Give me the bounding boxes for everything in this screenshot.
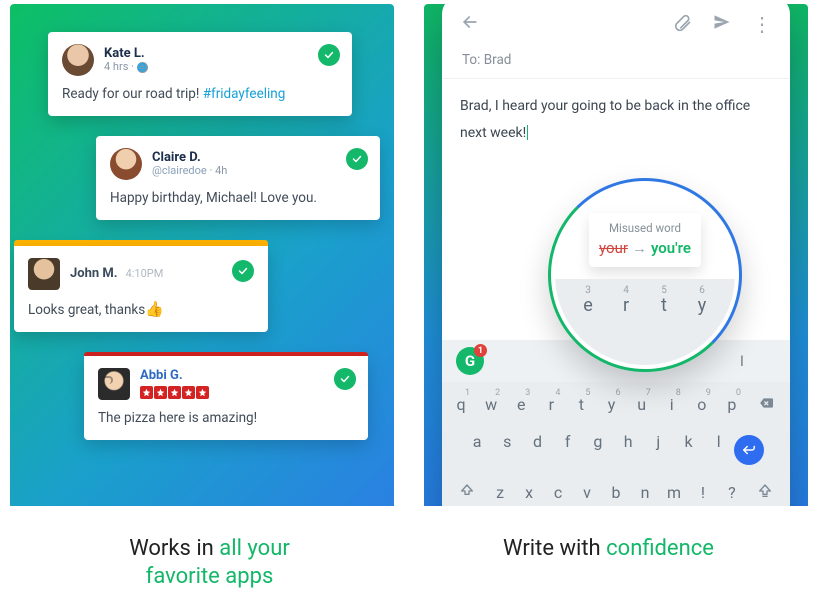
lens-key-y: 6y (685, 285, 719, 316)
key-o[interactable]: 9o (687, 386, 717, 423)
key-j[interactable]: j (643, 423, 673, 474)
star-rating (140, 386, 209, 399)
correction-tooltip[interactable]: Misused word your→you're (589, 213, 701, 267)
key-e[interactable]: 3e (506, 386, 536, 423)
key-p[interactable]: 0p (717, 386, 747, 423)
to-field[interactable]: To: Brad (442, 46, 790, 79)
taglines: Works in all yourfavorite apps Write wit… (0, 535, 818, 590)
author-name: Claire D. (152, 151, 227, 165)
arrow-icon: → (632, 239, 647, 257)
key-r[interactable]: 4r (536, 386, 566, 423)
enter-key[interactable] (734, 423, 770, 474)
text-cursor (527, 125, 528, 140)
key-t[interactable]: 5t (566, 386, 596, 423)
check-icon (334, 368, 356, 390)
check-icon (318, 44, 340, 66)
author-name: Kate L. (104, 47, 148, 61)
key-row-1: 1q2w3e4r5t6y7u8i9o0p (446, 386, 786, 423)
grammarly-badge[interactable]: G1 (456, 347, 484, 375)
tagline-right: Write with confidence (409, 535, 808, 590)
message-body[interactable]: Brad, I heard your going to be back in t… (442, 79, 790, 160)
key-f[interactable]: f (553, 423, 583, 474)
key-k[interactable]: k (673, 423, 703, 474)
post-body: Looks great, thanks👍 (28, 300, 254, 318)
check-icon (346, 148, 368, 170)
backspace-key[interactable] (747, 386, 786, 423)
hashtag: #fridayfeeling (203, 86, 286, 102)
key-g[interactable]: g (583, 423, 613, 474)
key-h[interactable]: h (613, 423, 643, 474)
key-q[interactable]: 1q (446, 386, 476, 423)
compose-toolbar: ⋮ (442, 4, 790, 46)
key-d[interactable]: d (522, 423, 552, 474)
tooltip-label: Misused word (599, 221, 691, 235)
key-row-2: asdfghjkl (446, 423, 786, 474)
fixed-word: you're (651, 239, 691, 257)
post-time: 4:10PM (126, 268, 164, 280)
post-card-facebook: Kate L. 4 hrs · 🌐 Ready for our road tri… (48, 32, 352, 116)
post-card-slack: John M. 4:10PM Looks great, thanks👍 (14, 246, 268, 332)
avatar (28, 258, 60, 290)
post-body: Ready for our road trip! #fridayfeeling (62, 86, 338, 102)
post-meta: @clairedoe · 4h (152, 165, 227, 177)
post-meta: 4 hrs · 🌐 (104, 61, 148, 73)
back-icon[interactable] (460, 12, 480, 36)
post-body: Happy birthday, Michael! Love you. (110, 190, 366, 206)
key-w[interactable]: 2w (476, 386, 506, 423)
attach-icon[interactable] (672, 12, 692, 36)
key-l[interactable]: l (704, 423, 734, 474)
avatar (98, 368, 130, 400)
avatar (110, 148, 142, 180)
lens-key-r: 4r (609, 285, 643, 316)
wrong-word: your (599, 239, 628, 257)
author-name: John M. (70, 267, 118, 281)
thumbs-up-emoji: 👍 (145, 300, 164, 318)
magnifier-lens: Misused word your→you're 3e4r5t6y (548, 178, 742, 372)
author-name: Abbi G. (140, 369, 209, 383)
tooltip-correction: your→you're (599, 239, 691, 257)
avatar (62, 44, 94, 76)
suggestion[interactable]: I (740, 352, 744, 370)
key-a[interactable]: a (462, 423, 492, 474)
tagline-left: Works in all yourfavorite apps (10, 535, 409, 590)
key-u[interactable]: 7u (627, 386, 657, 423)
check-icon (232, 260, 254, 282)
lens-key-e: 3e (571, 285, 605, 316)
key-i[interactable]: 8i (657, 386, 687, 423)
post-card-yelp: Abbi G. The pizza here is amazing! (84, 356, 368, 440)
send-icon[interactable] (712, 12, 732, 36)
key-s[interactable]: s (492, 423, 522, 474)
post-card-twitter: Claire D. @clairedoe · 4h Happy birthday… (96, 136, 380, 220)
alert-count: 1 (474, 344, 487, 357)
overflow-icon[interactable]: ⋮ (752, 19, 772, 29)
post-body: The pizza here is amazing! (98, 410, 354, 426)
globe-icon: 🌐 (137, 62, 148, 73)
key-y[interactable]: 6y (596, 386, 626, 423)
lens-key-t: 5t (647, 285, 681, 316)
